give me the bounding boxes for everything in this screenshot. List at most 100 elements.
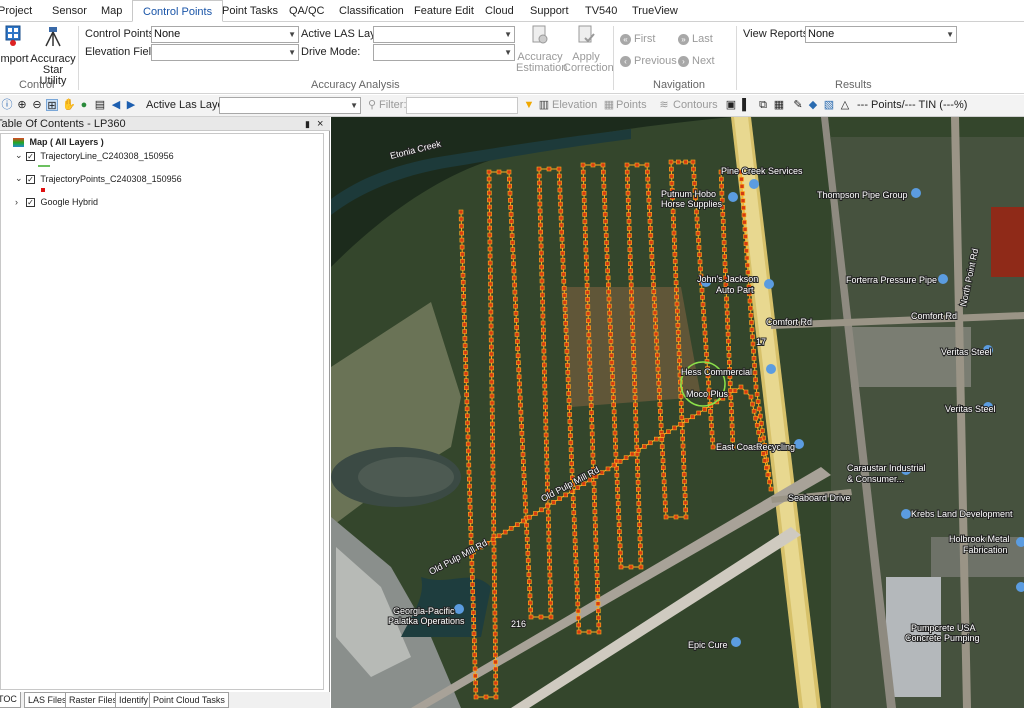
trajectory-point bbox=[508, 205, 513, 210]
trajectory-point bbox=[748, 305, 753, 311]
control-points-select[interactable]: None ▼ bbox=[151, 26, 299, 43]
pin-icon[interactable]: ▮ bbox=[305, 117, 310, 131]
trajectory-point bbox=[645, 169, 650, 175]
trajectory-point bbox=[510, 240, 515, 245]
tab-trueview[interactable]: TrueView bbox=[632, 0, 678, 22]
trajectory-point bbox=[576, 629, 582, 635]
nav-next-button[interactable]: › Next bbox=[678, 55, 715, 67]
triangle-icon[interactable]: △ bbox=[839, 99, 851, 111]
ribbon-panel: Import Accuracy Star Utility Control Con… bbox=[0, 22, 1024, 94]
elevation-field-select[interactable]: ▼ bbox=[151, 44, 299, 61]
trajectory-point bbox=[528, 600, 533, 606]
trajectory-point bbox=[470, 603, 476, 608]
filter-select[interactable] bbox=[406, 97, 518, 114]
table-icon[interactable]: ▦ bbox=[773, 99, 785, 111]
points-dropdown[interactable]: Points bbox=[616, 99, 647, 111]
expand-chevron-icon[interactable]: ⌄ bbox=[15, 150, 23, 161]
contours-dropdown[interactable]: Contours bbox=[673, 99, 718, 111]
collapse-chevron-icon[interactable]: › bbox=[15, 197, 18, 207]
full-extent-globe-icon[interactable]: ● bbox=[78, 99, 90, 111]
trajectory-point bbox=[676, 351, 682, 356]
elevation-dropdown[interactable]: Elevation bbox=[552, 99, 597, 111]
tab-toc[interactable]: TOC bbox=[0, 692, 21, 708]
trajectory-point bbox=[538, 229, 543, 235]
active-las-layer-select[interactable]: ▼ bbox=[373, 26, 515, 43]
toolbar-active-las-layer-select[interactable]: ▼ bbox=[219, 97, 361, 114]
compare-icon[interactable]: ⧉ bbox=[757, 99, 769, 111]
tab-cloud[interactable]: Cloud bbox=[485, 0, 514, 22]
toc-layer-trajectory-line[interactable]: ✓ TrajectoryLine_C240308_150956 bbox=[26, 151, 174, 162]
layer-name-label: TrajectoryLine_C240308_150956 bbox=[40, 151, 174, 161]
tab-project[interactable]: Project bbox=[0, 0, 32, 22]
trajectory-point bbox=[756, 430, 762, 435]
trajectory-point bbox=[460, 280, 466, 285]
tab-sensor[interactable]: Sensor bbox=[52, 0, 87, 22]
trajectory-point bbox=[564, 342, 569, 347]
edit-icon[interactable]: ✎ bbox=[792, 99, 804, 111]
funnel-icon[interactable]: ▼ bbox=[523, 99, 535, 111]
back-arrow-icon[interactable]: ◀ bbox=[110, 99, 122, 111]
view-reports-select[interactable]: None ▼ bbox=[805, 26, 957, 43]
pan-hand-icon[interactable]: ✋ bbox=[62, 99, 76, 111]
trajectory-point bbox=[507, 190, 513, 196]
accuracy-star-utility-button[interactable]: Accuracy Star Utility bbox=[30, 25, 76, 87]
grid-icon[interactable]: ▣ bbox=[725, 99, 737, 111]
tab-support[interactable]: Support bbox=[530, 0, 569, 22]
map-canvas[interactable]: Etonia Creek Pine Creek Services Putnum … bbox=[331, 117, 1024, 708]
zoom-out-icon[interactable]: ⊖ bbox=[31, 99, 43, 111]
trajectory-point bbox=[603, 226, 609, 231]
toc-layer-google-hybrid[interactable]: ✓ Google Hybrid bbox=[26, 197, 98, 208]
forward-arrow-icon[interactable]: ▶ bbox=[125, 99, 137, 111]
trajectory-point bbox=[493, 659, 498, 665]
nav-previous-button[interactable]: ‹ Previous bbox=[620, 55, 677, 67]
fill-icon[interactable]: ◆ bbox=[807, 99, 819, 111]
trajectory-point bbox=[524, 536, 530, 542]
tab-las-files[interactable]: LAS Files bbox=[24, 692, 71, 708]
layer-visibility-checkbox[interactable]: ✓ bbox=[26, 175, 35, 185]
tab-control-points[interactable]: Control Points bbox=[132, 0, 224, 22]
tab-qa-qc[interactable]: QA/QC bbox=[289, 0, 324, 22]
tab-point-tasks[interactable]: Point Tasks bbox=[222, 0, 278, 22]
tab-classification[interactable]: Classification bbox=[339, 0, 404, 22]
toc-layer-trajectory-points[interactable]: ✓ TrajectoryPoints_C240308_150956 bbox=[26, 174, 182, 185]
trajectory-point bbox=[652, 310, 658, 316]
elevation-icon[interactable]: ▥ bbox=[538, 99, 550, 111]
close-icon[interactable]: × bbox=[317, 117, 323, 131]
zoom-box-icon[interactable]: ⊞ bbox=[46, 99, 58, 112]
trajectory-point bbox=[537, 187, 542, 193]
expand-chevron-icon[interactable]: ⌄ bbox=[15, 173, 23, 184]
veritas-steel-yard bbox=[851, 327, 971, 387]
column-icon[interactable]: ▌ bbox=[740, 99, 752, 111]
trajectory-point bbox=[564, 349, 570, 354]
nav-first-button[interactable]: «First bbox=[620, 33, 655, 45]
layer-visibility-checkbox[interactable]: ✓ bbox=[26, 152, 35, 162]
layer-extent-icon[interactable]: ▤ bbox=[94, 99, 106, 111]
tab-feature-edit[interactable]: Feature Edit bbox=[414, 0, 474, 22]
trajectory-point bbox=[489, 351, 494, 357]
trajectory-point bbox=[470, 589, 475, 594]
tab-identify[interactable]: Identify bbox=[115, 692, 153, 708]
accuracy-estimation-button[interactable]: Accuracy Estimation bbox=[516, 25, 567, 74]
info-icon[interactable]: ⓘ bbox=[1, 99, 13, 111]
tab-point-cloud-tasks[interactable]: Point Cloud Tasks bbox=[149, 692, 229, 708]
trajectory-point bbox=[623, 455, 629, 461]
trajectory-point bbox=[489, 344, 494, 350]
tab-map[interactable]: Map bbox=[101, 0, 122, 22]
trajectory-point bbox=[573, 545, 578, 551]
trajectory-point bbox=[630, 332, 636, 337]
export-icon[interactable]: ▧ bbox=[823, 99, 835, 111]
trajectory-point bbox=[563, 321, 568, 326]
apply-correction-button[interactable]: Apply Correction bbox=[563, 25, 614, 74]
tab-raster-files[interactable]: Raster Files bbox=[65, 692, 122, 708]
toc-root-node[interactable]: Map ( All Layers ) bbox=[13, 137, 104, 148]
trajectory-point bbox=[522, 494, 528, 500]
drive-mode-select[interactable]: ▼ bbox=[373, 44, 515, 61]
nav-last-button[interactable]: » Last bbox=[678, 33, 713, 45]
map-view[interactable]: Etonia Creek Pine Creek Services Putnum … bbox=[331, 117, 1024, 708]
zoom-in-icon[interactable]: ⊕ bbox=[16, 99, 28, 111]
import-button[interactable]: Import bbox=[0, 25, 30, 65]
trajectory-point bbox=[468, 532, 474, 538]
layer-visibility-checkbox[interactable]: ✓ bbox=[26, 198, 35, 208]
tab-tv540[interactable]: TV540 bbox=[585, 0, 617, 22]
trajectory-point bbox=[585, 311, 591, 316]
